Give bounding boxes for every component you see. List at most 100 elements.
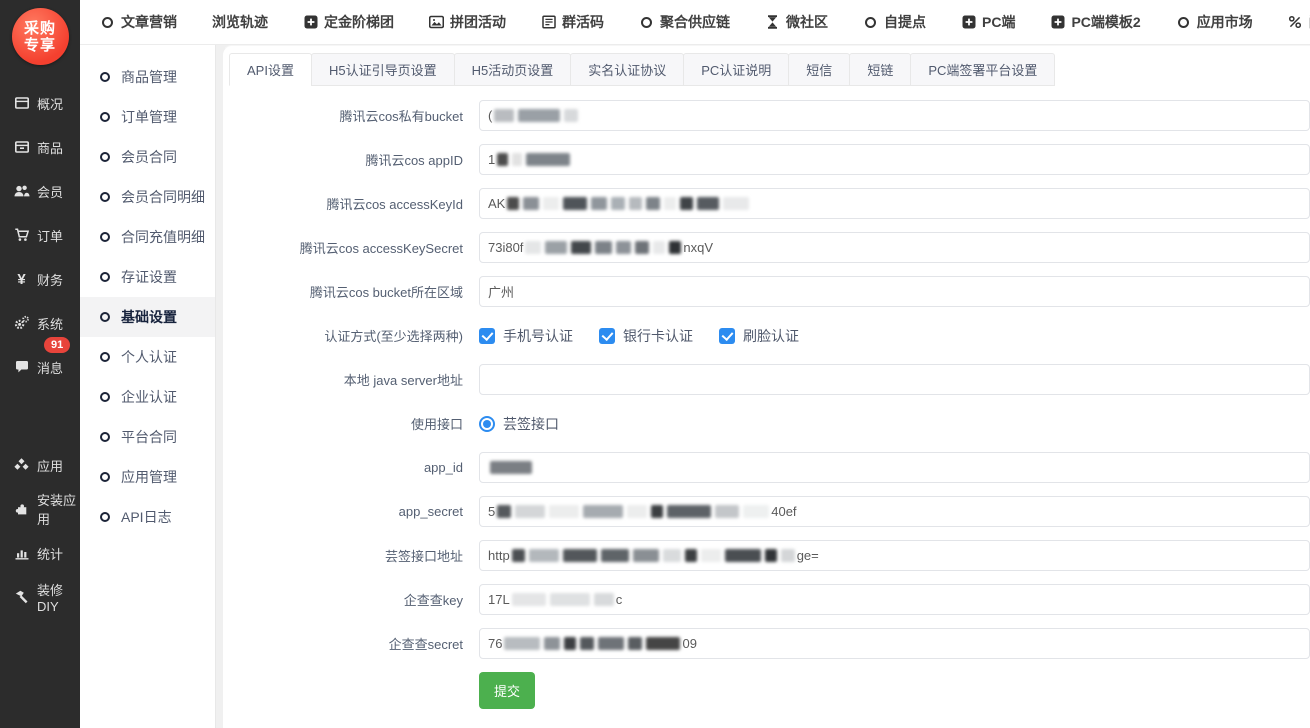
qichacha-key-input[interactable]: 17L c (479, 584, 1310, 615)
brand-logo-line1: 采购 (24, 20, 56, 37)
submenu-item-personal-auth[interactable]: 个人认证 (80, 337, 215, 377)
nav-item-article-marketing[interactable]: 文章营销 (100, 12, 177, 32)
form-row: 腾讯云cos appID 1 (229, 144, 1310, 175)
nav-item-supply-chain[interactable]: 聚合供应链 (639, 12, 730, 32)
rail-item-overview[interactable]: 概况 (0, 81, 80, 125)
form-row: app_secret 5 40ef (229, 496, 1310, 527)
circle-icon (100, 15, 115, 30)
top-nav: 文章营销 浏览轨迹 定金阶梯团 拼团活动 群活码 (80, 0, 1310, 45)
field-label: 使用接口 (229, 414, 479, 433)
radio-yunsign-interface[interactable]: 芸签接口 (479, 414, 559, 434)
cos-access-key-id-input[interactable]: AK (479, 188, 1310, 219)
field-label: app_secret (229, 504, 479, 519)
api-settings-form: 腾讯云cos私有bucket ( 腾讯云cos appID 1 (229, 100, 1310, 709)
nav-item-pc-template2[interactable]: PC端模板2 (1050, 12, 1140, 32)
rail-item-finance[interactable]: ¥ 财务 (0, 257, 80, 301)
nav-item-deposit-ladder-group[interactable]: 定金阶梯团 (303, 12, 394, 32)
qichacha-secret-input[interactable]: 76 09 (479, 628, 1310, 659)
tab-realname-agreement[interactable]: 实名认证协议 (570, 53, 684, 86)
rail-item-orders[interactable]: 订单 (0, 213, 80, 257)
tab-sms[interactable]: 短信 (788, 53, 850, 86)
app-secret-input[interactable]: 5 40ef (479, 496, 1310, 527)
tab-api-settings[interactable]: API设置 (229, 53, 312, 86)
nav-item-group-qr-code[interactable]: 群活码 (541, 12, 604, 32)
nav-item-micro-community[interactable]: 微社区 (765, 12, 828, 32)
nav-item-app-market[interactable]: 应用市场 (1176, 12, 1253, 32)
submenu-item-enterprise-auth[interactable]: 企业认证 (80, 377, 215, 417)
rail-item-label: 系统 (37, 314, 63, 333)
submenu-item-label: 合同充值明细 (121, 227, 205, 247)
field-value: 广州 (488, 282, 514, 301)
rail-item-apps[interactable]: 应用 (0, 443, 80, 487)
rail-item-system[interactable]: 系统 (0, 301, 80, 345)
brand-logo-line2: 专享 (24, 37, 56, 54)
nav-item-browse-track[interactable]: 浏览轨迹 (212, 12, 268, 32)
rail-item-messages[interactable]: 91 消息 (0, 345, 80, 389)
nav-item-label: PC端模板2 (1071, 12, 1140, 32)
submenu-item-platform-contract[interactable]: 平台合同 (80, 417, 215, 457)
apps-cubes-icon (13, 457, 30, 474)
nav-item-pc-site[interactable]: PC端 (961, 12, 1015, 32)
submenu-item-goods-manage[interactable]: 商品管理 (80, 57, 215, 97)
value-prefix: ( (488, 108, 492, 123)
submit-button[interactable]: 提交 (479, 672, 535, 709)
form-row: 腾讯云cos accessKeyId AK (229, 188, 1310, 219)
local-java-server-input[interactable] (479, 364, 1310, 395)
cos-access-key-secret-input[interactable]: 73i80f nxqV (479, 232, 1310, 263)
submenu-item-basic-settings[interactable]: 基础设置 (80, 297, 215, 337)
content-body: 商品管理 订单管理 会员合同 会员合同明细 合同充值明细 (80, 45, 1310, 728)
submenu-item-api-log[interactable]: API日志 (80, 497, 215, 537)
submenu-item-contract-recharge-detail[interactable]: 合同充值明细 (80, 217, 215, 257)
plus-square-icon (303, 15, 318, 30)
submenu-item-member-contract-detail[interactable]: 会员合同明细 (80, 177, 215, 217)
nav-item-group-buy-activity[interactable]: 拼团活动 (429, 12, 506, 32)
orders-cart-icon (13, 227, 30, 244)
tab-h5-activity[interactable]: H5活动页设置 (454, 53, 572, 86)
brand-logo[interactable]: 采购 专享 (12, 8, 69, 65)
submenu-item-app-manage[interactable]: 应用管理 (80, 457, 215, 497)
submenu-item-label: 存证设置 (121, 267, 177, 287)
checkbox-phone-auth[interactable]: 手机号认证 (479, 326, 573, 346)
cos-private-bucket-input[interactable]: ( (479, 100, 1310, 131)
field-label: 腾讯云cos bucket所在区域 (229, 282, 479, 301)
checkbox-checked-icon (479, 328, 495, 344)
app-id-input[interactable] (479, 452, 1310, 483)
image-icon (429, 15, 444, 30)
plus-square-icon (1050, 15, 1065, 30)
cos-bucket-region-input[interactable]: 广州 (479, 276, 1310, 307)
value-prefix: http (488, 548, 510, 563)
tab-short-link[interactable]: 短链 (849, 53, 911, 86)
circle-icon (639, 15, 654, 30)
rail-item-goods[interactable]: 商品 (0, 125, 80, 169)
submenu-item-member-contract[interactable]: 会员合同 (80, 137, 215, 177)
tab-h5-auth-guide[interactable]: H5认证引导页设置 (311, 53, 455, 86)
nav-item-label: 自提点 (884, 12, 926, 32)
circle-icon (100, 272, 110, 282)
rail-item-stats[interactable]: 统计 (0, 531, 80, 575)
value-suffix: 09 (682, 636, 696, 651)
settings-tabstrip: API设置 H5认证引导页设置 H5活动页设置 实名认证协议 PC认证说明 短信… (229, 53, 1055, 86)
tab-pc-auth-note[interactable]: PC认证说明 (683, 53, 789, 86)
nav-item-pickup-point[interactable]: 自提点 (863, 12, 926, 32)
rail-item-install-apps[interactable]: 安装应用 (0, 487, 80, 531)
tab-pc-sign-platform[interactable]: PC端签署平台设置 (910, 53, 1055, 86)
rail-item-decorate-diy[interactable]: 装修DIY (0, 575, 80, 619)
interface-options: 芸签接口 (479, 408, 1310, 439)
form-row: 腾讯云cos私有bucket ( (229, 100, 1310, 131)
submenu-item-label: 平台合同 (121, 427, 177, 447)
rail-item-label: 装修DIY (37, 580, 80, 614)
settings-card: API设置 H5认证引导页设置 H5活动页设置 实名认证协议 PC认证说明 短信… (222, 45, 1310, 728)
value-prefix: 76 (488, 636, 502, 651)
rail-item-members[interactable]: 会员 (0, 169, 80, 213)
cos-appid-input[interactable]: 1 (479, 144, 1310, 175)
submenu-item-evidence-settings[interactable]: 存证设置 (80, 257, 215, 297)
checkbox-face-auth[interactable]: 刷脸认证 (719, 326, 799, 346)
circle-icon (100, 432, 110, 442)
circle-icon (863, 15, 878, 30)
yunsign-api-url-input[interactable]: http ge= (479, 540, 1310, 571)
circle-icon (100, 392, 110, 402)
app-root: 采购 专享 概况 商品 会员 订单 (0, 0, 1310, 728)
submenu-item-order-manage[interactable]: 订单管理 (80, 97, 215, 137)
checkbox-bankcard-auth[interactable]: 银行卡认证 (599, 326, 693, 346)
nav-item-survey[interactable]: 问卷调查 (1288, 12, 1310, 32)
